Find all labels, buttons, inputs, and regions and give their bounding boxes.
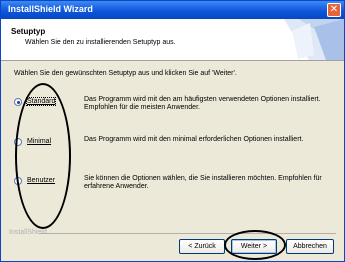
title-bar: InstallShield Wizard ✕ — [1, 1, 344, 19]
header-subtitle: Wählen Sie den zu installierenden Setupt… — [25, 39, 176, 46]
option-benutzer-desc-line1: Sie können die Optionen wählen, die Sie … — [84, 175, 322, 182]
option-standard-description: Das Programm wird mit den am häufigsten … — [84, 96, 334, 112]
footer-separator: InstallShield — [9, 229, 336, 236]
option-benutzer-desc-line2: erfahrene Anwender. — [84, 183, 149, 190]
option-standard-desc-line2: Empfohlen für die meisten Anwender. — [84, 104, 200, 111]
option-standard-desc-line1: Das Programm wird mit den am häufigsten … — [84, 96, 321, 103]
option-minimal-desc-line1: Das Programm wird mit den minimal erford… — [84, 136, 304, 143]
separator-line — [39, 233, 336, 234]
option-benutzer-description: Sie können die Optionen wählen, die Sie … — [84, 175, 334, 191]
cancel-button[interactable]: Abbrechen — [286, 239, 334, 254]
close-icon[interactable]: ✕ — [327, 3, 341, 17]
window-title: InstallShield Wizard — [8, 4, 93, 14]
instruction-text: Wählen Sie den gewünschten Setuptyp aus … — [14, 70, 237, 77]
header-graphic-icon — [284, 19, 344, 60]
option-minimal-description: Das Programm wird mit den minimal erford… — [84, 136, 334, 144]
radio-standard[interactable] — [14, 98, 22, 106]
wizard-header: Setuptyp Wählen Sie den zu installierend… — [1, 19, 344, 61]
annotation-circle-options — [15, 83, 71, 229]
back-button[interactable]: < Zurück — [179, 239, 225, 254]
header-title: Setuptyp — [11, 27, 46, 36]
annotation-circle-next — [224, 230, 286, 260]
